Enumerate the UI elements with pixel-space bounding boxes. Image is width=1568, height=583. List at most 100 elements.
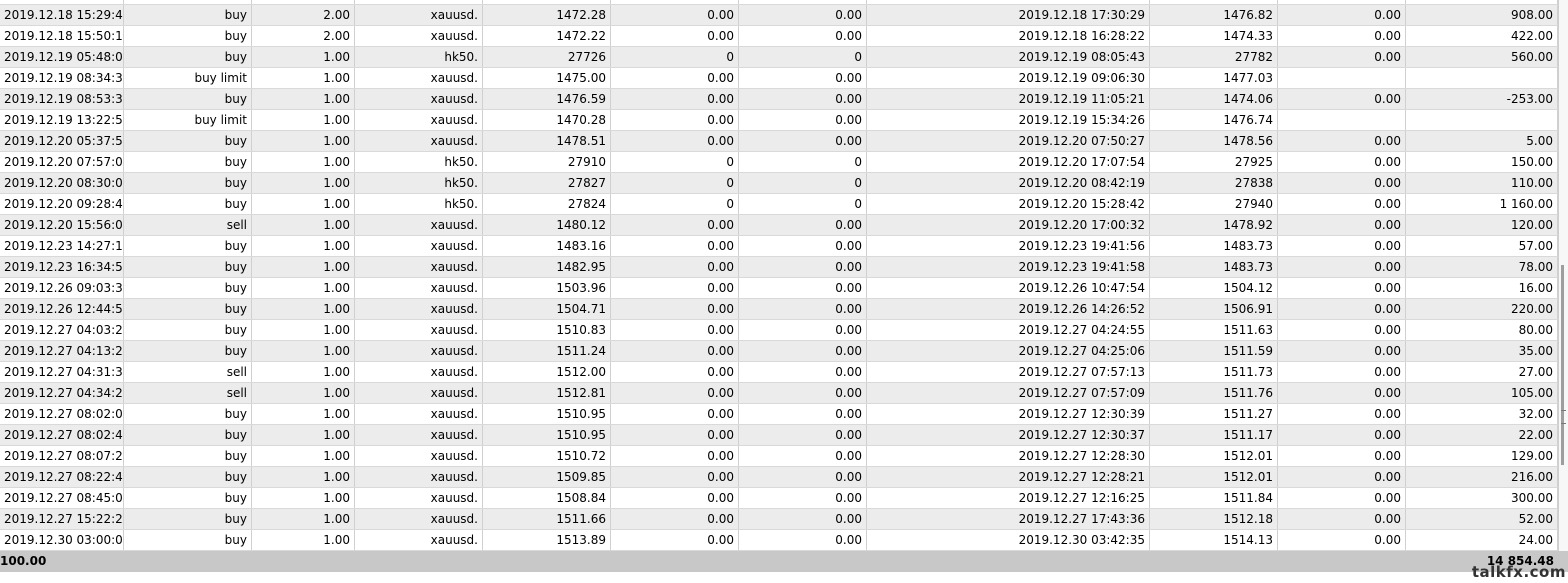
cell-swap: 0.00	[1278, 152, 1406, 172]
cell-volume: 1.00	[252, 362, 355, 382]
cell-open-time: 2019.12.27 08:02:43	[0, 425, 124, 445]
table-row[interactable]: 2019.12.30 03:00:04 buy 1.00 xauusd. 1513.89…	[0, 530, 1558, 551]
cell-stop-loss: 0.00	[611, 446, 739, 466]
cell-take-profit: 0.00	[739, 362, 867, 382]
cell-take-profit: 0.00	[739, 341, 867, 361]
cell-close-price: 1512.01	[1150, 467, 1278, 487]
cell-stop-loss: 0.00	[611, 530, 739, 550]
cell-profit: 57.00	[1406, 236, 1558, 256]
cell-profit: -253.00	[1406, 89, 1558, 109]
table-row[interactable]: 2019.12.19 05:48:08 buy 1.00 hk50. 27726 0 0 20…	[0, 47, 1558, 68]
table-row[interactable]: 2019.12.27 08:22:43 buy 1.00 xauusd. 1509.85…	[0, 467, 1558, 488]
cell-symbol: xauusd.	[355, 89, 483, 109]
cell-swap: 0.00	[1278, 194, 1406, 214]
table-row[interactable]: 2019.12.19 13:22:51 buy limit 1.00 xauusd. 1…	[0, 110, 1558, 131]
cell-symbol: hk50.	[355, 152, 483, 172]
cell-swap: 0.00	[1278, 341, 1406, 361]
cell-close-price: 27925	[1150, 152, 1278, 172]
cell-open-time: 2019.12.27 08:07:21	[0, 446, 124, 466]
table-row[interactable]: 2019.12.27 04:34:24 sell 1.00 xauusd. 1512.8…	[0, 383, 1558, 404]
table-row[interactable]: 2019.12.20 05:37:56 buy 1.00 xauusd. 1478.51…	[0, 131, 1558, 152]
table-row[interactable]: 2019.12.20 07:57:02 buy 1.00 hk50. 27910 0 0 20…	[0, 152, 1558, 173]
cell-profit: 220.00	[1406, 299, 1558, 319]
cell-open-price: 1472.22	[483, 26, 611, 46]
cell-close-price: 1477.03	[1150, 68, 1278, 88]
cell-type: buy	[124, 320, 252, 340]
cell-take-profit: 0.00	[739, 383, 867, 403]
cell-profit: 105.00	[1406, 383, 1558, 403]
table-row[interactable]: 2019.12.27 04:13:29 buy 1.00 xauusd. 1511.24…	[0, 341, 1558, 362]
cell-volume: 1.00	[252, 47, 355, 67]
table-row[interactable]: 2019.12.23 16:34:52 buy 1.00 xauusd. 1482.95…	[0, 257, 1558, 278]
cell-close-price: 1514.13	[1150, 530, 1278, 550]
cell-profit: 150.00	[1406, 152, 1558, 172]
cell-close-price: 1476.82	[1150, 5, 1278, 25]
table-row[interactable]: 2019.12.27 08:45:05 buy 1.00 xauusd. 1508.84…	[0, 488, 1558, 509]
cell-volume: 1.00	[252, 530, 355, 550]
cell-stop-loss: 0.00	[611, 488, 739, 508]
cell-type: buy	[124, 530, 252, 550]
cell-type: buy	[124, 152, 252, 172]
cell-volume: 1.00	[252, 110, 355, 130]
table-row[interactable]: 2019.12.18 15:29:47 buy 2.00 xauusd. 1472.28…	[0, 5, 1558, 26]
table-row[interactable]: 2019.12.26 12:44:54 buy 1.00 xauusd. 1504.71…	[0, 299, 1558, 320]
cell-take-profit: 0.00	[739, 257, 867, 277]
cell-volume: 1.00	[252, 236, 355, 256]
cell-close-time: 2019.12.20 17:00:32	[867, 215, 1150, 235]
table-row[interactable]: 2019.12.27 08:07:21 buy 1.00 xauusd. 1510.72…	[0, 446, 1558, 467]
table-row[interactable]: 2019.12.20 09:28:43 buy 1.00 hk50. 27824 0 0 20…	[0, 194, 1558, 215]
cell-stop-loss: 0.00	[611, 320, 739, 340]
cell-stop-loss: 0	[611, 173, 739, 193]
scrollbar-grip-icon	[1561, 410, 1566, 424]
cell-take-profit: 0	[739, 173, 867, 193]
scrollbar-thumb[interactable]	[1561, 265, 1564, 465]
cell-open-time: 2019.12.27 04:03:23	[0, 320, 124, 340]
cell-close-time: 2019.12.27 12:28:30	[867, 446, 1150, 466]
table-row[interactable]: 2019.12.27 04:31:32 sell 1.00 xauusd. 1512.0…	[0, 362, 1558, 383]
cell-profit: 78.00	[1406, 257, 1558, 277]
cell-take-profit: 0.00	[739, 215, 867, 235]
cell-stop-loss: 0.00	[611, 362, 739, 382]
table-row[interactable]: 2019.12.19 08:53:31 buy 1.00 xauusd. 1476.59…	[0, 89, 1558, 110]
table-row[interactable]: 2019.12.18 15:50:17 buy 2.00 xauusd. 1472.22…	[0, 26, 1558, 47]
cell-symbol: xauusd.	[355, 110, 483, 130]
table-row[interactable]: 2019.12.23 14:27:11 buy 1.00 xauusd. 1483.16…	[0, 236, 1558, 257]
cell-volume: 1.00	[252, 152, 355, 172]
table-row[interactable]: 2019.12.20 08:30:06 buy 1.00 hk50. 27827 0 0 20…	[0, 173, 1558, 194]
cell-symbol: xauusd.	[355, 425, 483, 445]
table-row[interactable]: 2019.12.20 15:56:05 sell 1.00 xauusd. 1480.1…	[0, 215, 1558, 236]
cell-open-time: 2019.12.27 15:22:24	[0, 509, 124, 529]
cell-type: sell	[124, 383, 252, 403]
cell-close-price: 27838	[1150, 173, 1278, 193]
cell-symbol: hk50.	[355, 173, 483, 193]
cell-swap: 0.00	[1278, 131, 1406, 151]
table-row[interactable]: 2019.12.27 08:02:43 buy 1.00 xauusd. 1510.95…	[0, 425, 1558, 446]
table-row[interactable]: 2019.12.27 08:02:04 buy 1.00 xauusd. 1510.95…	[0, 404, 1558, 425]
cell-type: buy	[124, 257, 252, 277]
cell-volume: 1.00	[252, 89, 355, 109]
cell-type: buy	[124, 278, 252, 298]
cell-open-time: 2019.12.20 08:30:06	[0, 173, 124, 193]
cell-open-price: 1480.12	[483, 215, 611, 235]
cell-stop-loss: 0.00	[611, 110, 739, 130]
cell-close-price: 1511.76	[1150, 383, 1278, 403]
cell-open-time: 2019.12.27 08:22:43	[0, 467, 124, 487]
cell-open-time: 2019.12.20 15:56:05	[0, 215, 124, 235]
table-row[interactable]: 2019.12.27 04:03:23 buy 1.00 xauusd. 1510.83…	[0, 320, 1558, 341]
table-row[interactable]: 2019.12.26 09:03:35 buy 1.00 xauusd. 1503.96…	[0, 278, 1558, 299]
cell-open-time: 2019.12.27 04:31:32	[0, 362, 124, 382]
table-row[interactable]: 2019.12.19 08:34:38 buy limit 1.00 xauusd. 1…	[0, 68, 1558, 89]
cell-open-price: 1513.89	[483, 530, 611, 550]
total-deposit: 100.00	[0, 554, 47, 568]
cell-profit: 300.00	[1406, 488, 1558, 508]
cell-open-price: 1472.28	[483, 5, 611, 25]
cell-profit: 5.00	[1406, 131, 1558, 151]
cell-open-price: 27726	[483, 47, 611, 67]
cell-open-price: 1510.95	[483, 425, 611, 445]
cell-profit: 1 160.00	[1406, 194, 1558, 214]
cell-stop-loss: 0.00	[611, 425, 739, 445]
cell-open-price: 27910	[483, 152, 611, 172]
table-row[interactable]: 2019.12.27 15:22:24 buy 1.00 xauusd. 1511.66…	[0, 509, 1558, 530]
cell-symbol: xauusd.	[355, 5, 483, 25]
cell-stop-loss: 0	[611, 194, 739, 214]
